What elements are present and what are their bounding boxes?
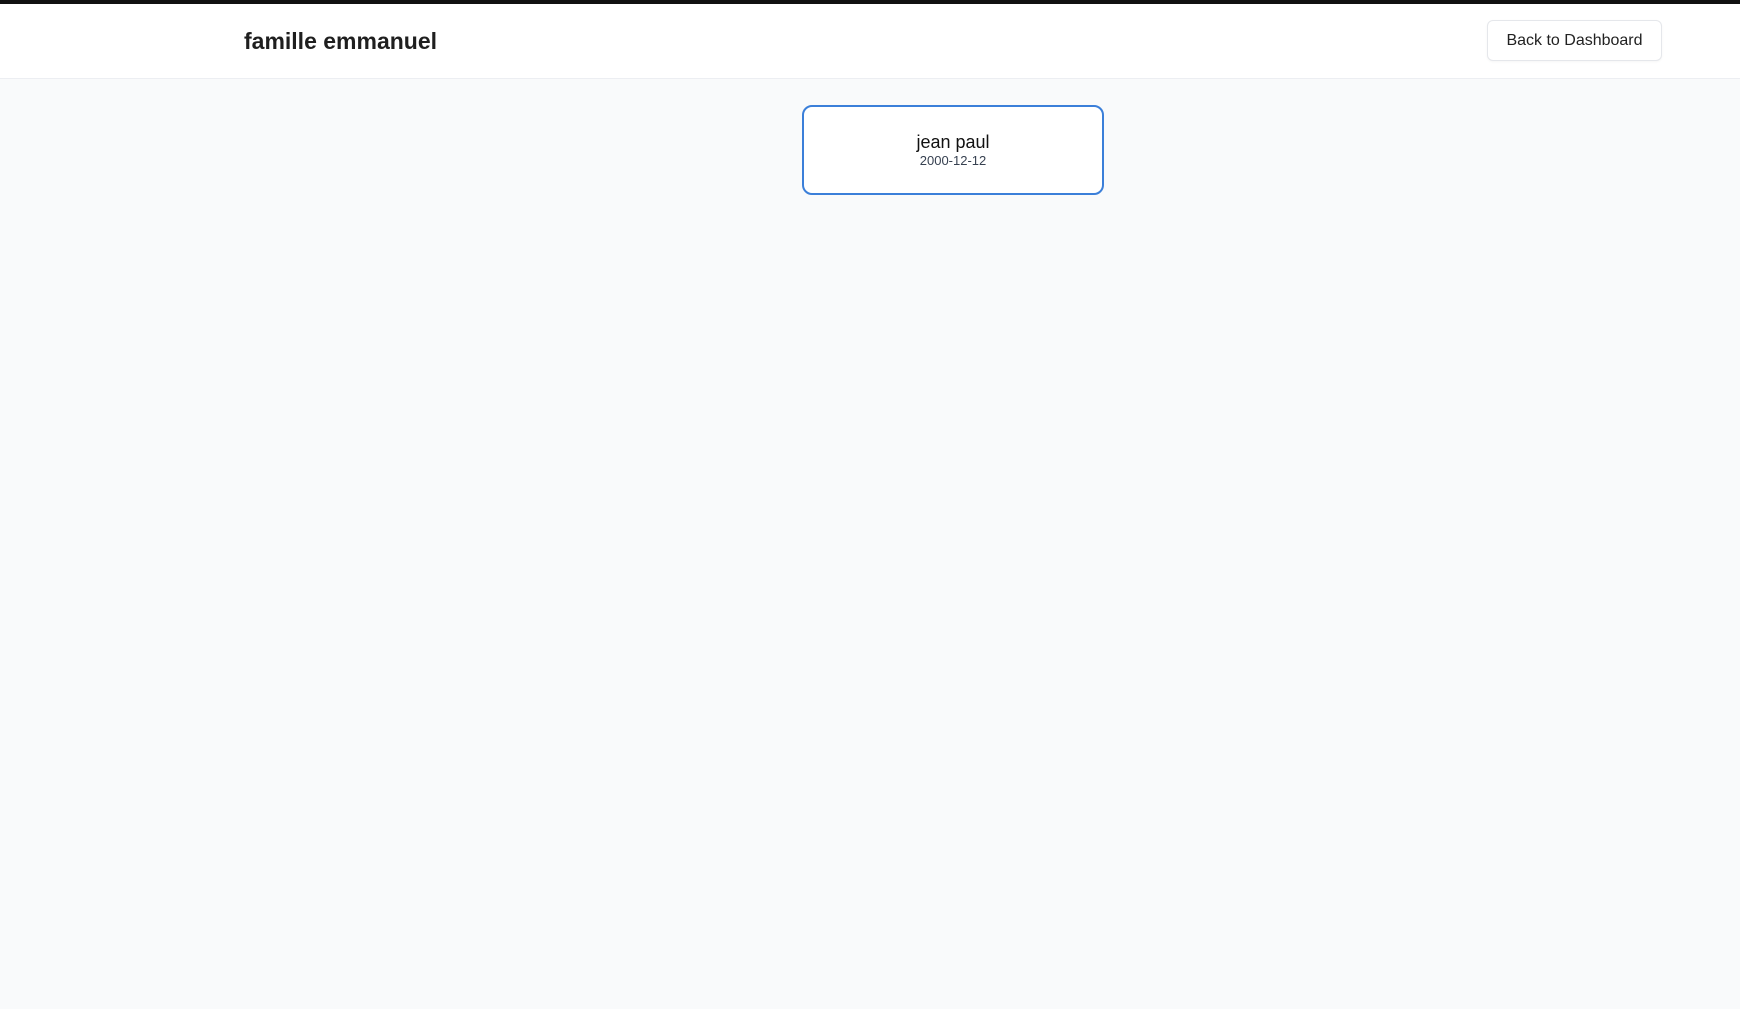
app-header: famille emmanuel Back to Dashboard bbox=[0, 4, 1740, 79]
family-tree-canvas: jean paul 2000-12-12 bbox=[0, 79, 1740, 1009]
page-title: famille emmanuel bbox=[244, 28, 438, 54]
person-birth-date: 2000-12-12 bbox=[919, 153, 987, 169]
back-to-dashboard-button[interactable]: Back to Dashboard bbox=[1487, 20, 1662, 61]
person-name: jean paul bbox=[916, 131, 990, 152]
person-card-jean-paul[interactable]: jean paul 2000-12-12 bbox=[802, 105, 1104, 195]
